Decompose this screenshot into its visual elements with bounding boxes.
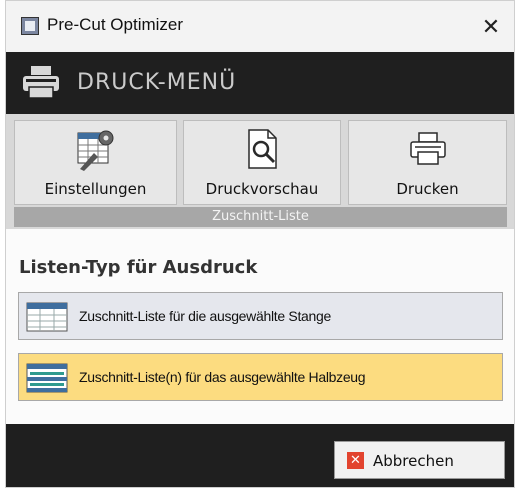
title-bar: Pre-Cut Optimizer ✕	[6, 1, 514, 52]
header-title: DRUCK-MENÜ	[77, 70, 237, 95]
cancel-button[interactable]: ✕ Abbrechen	[334, 441, 505, 479]
multi-list-table-icon	[26, 363, 68, 393]
print-preview-button[interactable]: Druckvorschau	[183, 120, 341, 205]
option-single-bar-list[interactable]: Zuschnitt-Liste für die ausgewählte Stan…	[18, 292, 503, 340]
section-title: Listen-Typ für Ausdruck	[19, 257, 258, 278]
print-button-label: Drucken	[396, 180, 459, 198]
cancel-button-label: Abbrechen	[373, 452, 454, 470]
printer-icon	[409, 132, 446, 165]
option-semi-finished-label: Zuschnitt-Liste(n) für das ausgewählte H…	[79, 369, 366, 385]
cancel-icon: ✕	[347, 452, 364, 469]
settings-button-label: Einstellungen	[44, 180, 147, 198]
list-table-icon	[26, 302, 68, 332]
print-menu-header: DRUCK-MENÜ	[6, 52, 514, 114]
window-title: Pre-Cut Optimizer	[47, 15, 184, 34]
print-preview-button-label: Druckvorschau	[205, 180, 319, 198]
close-button[interactable]: ✕	[468, 1, 514, 52]
toolbar-group-label: Zuschnitt-Liste	[14, 207, 507, 227]
printer-icon	[23, 66, 59, 99]
dialog-window: Pre-Cut Optimizer ✕ DRUCK-MENÜ Einstellu…	[5, 0, 515, 488]
print-preview-icon	[248, 129, 277, 169]
footer-bar: ✕ Abbrechen	[6, 424, 514, 487]
settings-grid-icon	[77, 130, 113, 171]
settings-button[interactable]: Einstellungen	[14, 120, 177, 205]
option-single-bar-label: Zuschnitt-Liste für die ausgewählte Stan…	[79, 308, 331, 324]
print-button[interactable]: Drucken	[348, 120, 507, 205]
option-semi-finished-lists[interactable]: Zuschnitt-Liste(n) für das ausgewählte H…	[18, 353, 503, 401]
app-icon	[21, 17, 39, 35]
toolbar: Einstellungen Druckvorschau Drucken Zusc…	[6, 114, 514, 229]
